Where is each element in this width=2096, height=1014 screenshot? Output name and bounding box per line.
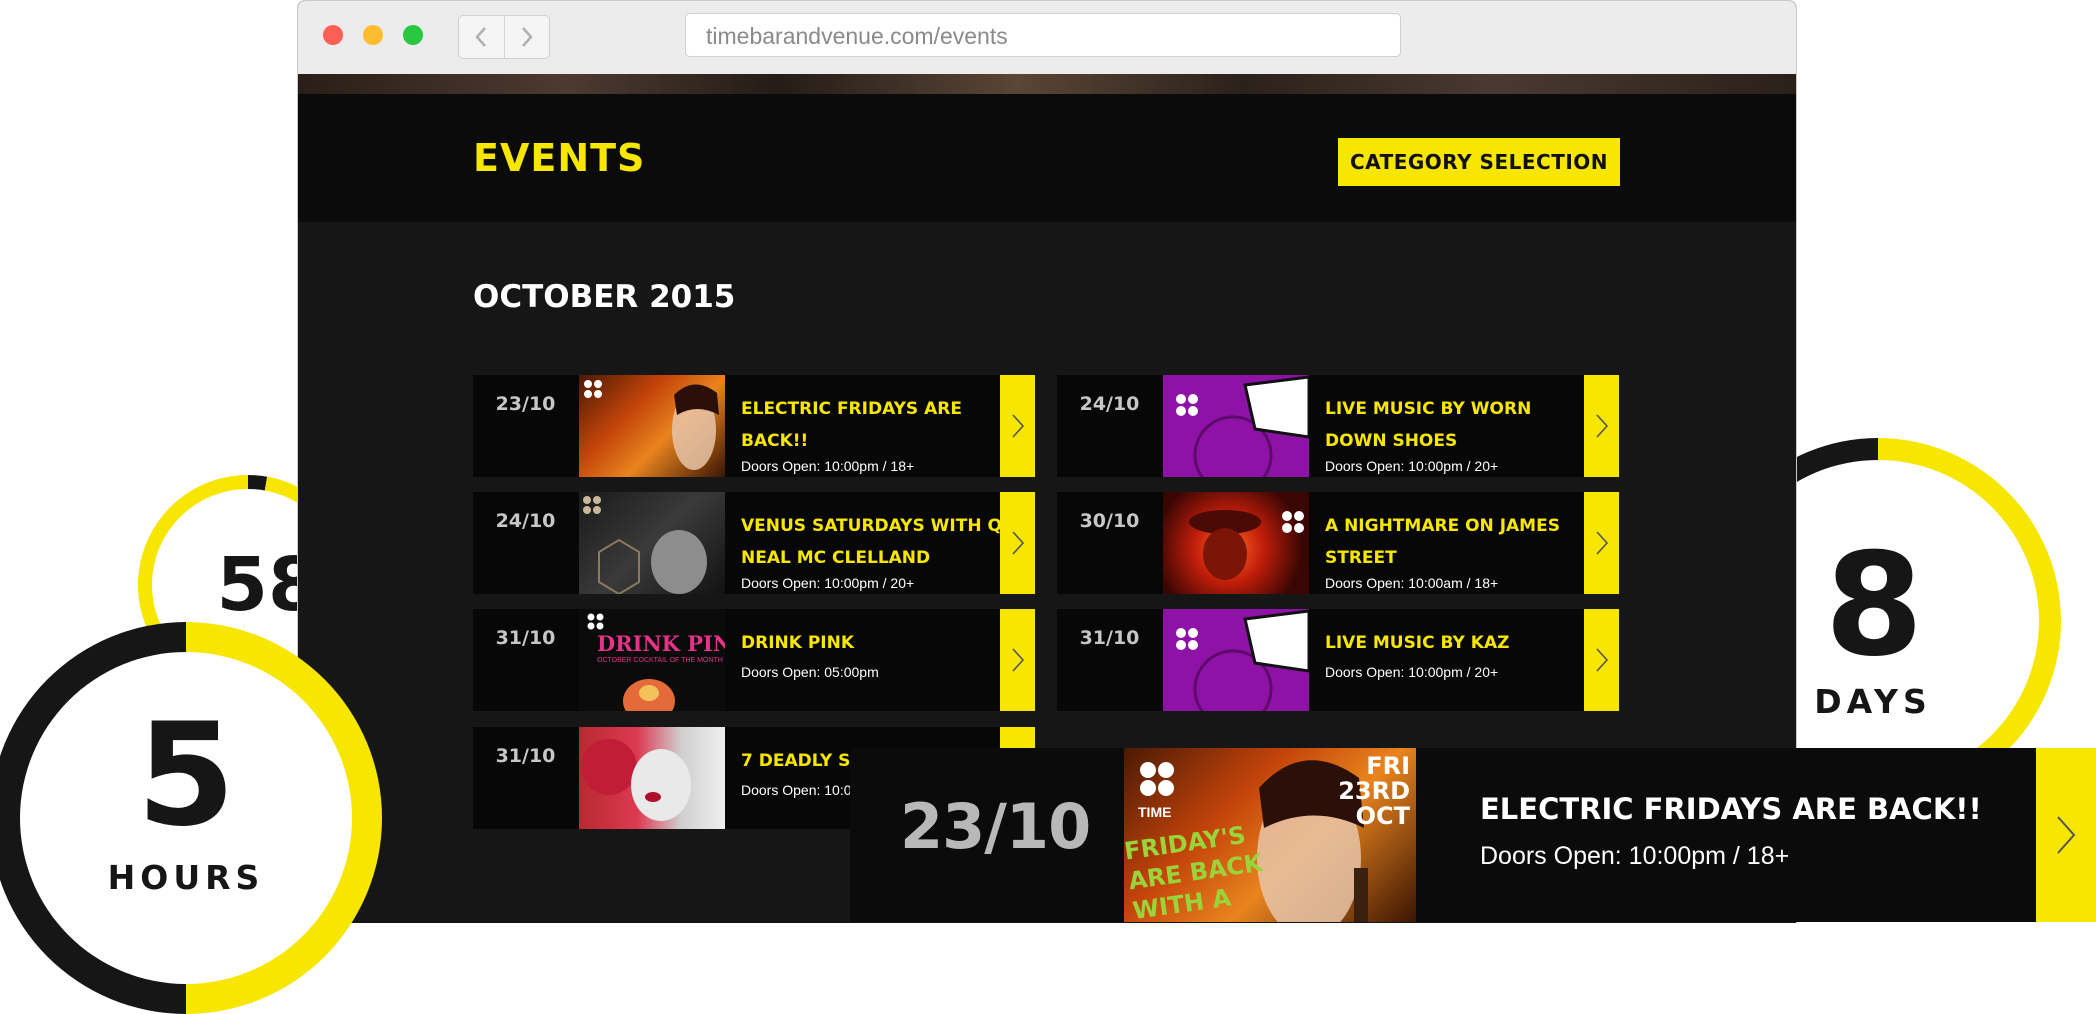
event-date: 24/10 xyxy=(1079,393,1140,415)
chevron-right-icon xyxy=(1011,531,1024,555)
event-row[interactable]: 23/10 ELECTRIC FRIDAYS ARE BACK!! Doors … xyxy=(473,375,1035,477)
event-row[interactable]: 31/10 LIVE MUSIC BY KAZ Doors Open: 10:0… xyxy=(1057,609,1619,711)
event-date: 30/10 xyxy=(1079,510,1140,532)
event-row[interactable]: 24/10 LIVE MUSIC BY WORN DOWN SHOES Door… xyxy=(1057,375,1619,477)
days-value: 8 xyxy=(1824,522,1924,688)
chevron-right-icon xyxy=(1595,648,1608,672)
event-thumbnail xyxy=(579,492,725,594)
live-music-artwork xyxy=(1176,609,1309,711)
event-title-line-1: VENUS SATURDAYS WITH Q'S xyxy=(741,516,1020,536)
event-thumbnail: DRINK PINK OCTOBER COCKTAIL OF THE MONTH xyxy=(579,609,725,711)
featured-event-date: 23/10 xyxy=(900,790,1091,863)
drink-pink-thumb-title: DRINK PINK xyxy=(597,631,725,656)
close-window-button[interactable] xyxy=(323,25,343,45)
featured-thumb-date: FRI 23RD OCT xyxy=(1338,754,1410,829)
nightmare-artwork xyxy=(1189,510,1304,580)
event-open-button[interactable] xyxy=(1000,492,1035,594)
navigation-buttons xyxy=(458,15,550,59)
featured-thumb-date-number: 23RD xyxy=(1338,777,1410,805)
event-title[interactable]: VENUS SATURDAYS WITH Q'S NEAL MC CLELLAN… xyxy=(741,510,1020,574)
event-title[interactable]: LIVE MUSIC BY WORN DOWN SHOES xyxy=(1325,393,1580,457)
event-title-line-1: LIVE MUSIC BY WORN xyxy=(1325,399,1532,419)
featured-event-title[interactable]: ELECTRIC FRIDAYS ARE BACK!! xyxy=(1480,792,1982,826)
event-row[interactable]: 31/10 DRINK PINK OCTOBER COCKTAIL OF THE… xyxy=(473,609,1035,711)
event-open-button[interactable] xyxy=(1584,375,1619,477)
featured-thumb-logo: TIME xyxy=(1138,804,1172,820)
event-doors: Doors Open: 10:00am / 18+ xyxy=(1325,575,1499,591)
event-open-button[interactable] xyxy=(1000,375,1035,477)
event-title-line-1: DRINK PINK xyxy=(741,633,855,653)
chevron-right-icon xyxy=(2057,816,2076,854)
hours-countdown-dial: 5 HOURS xyxy=(0,622,382,1014)
event-title[interactable]: ELECTRIC FRIDAYS ARE BACK!! xyxy=(741,393,996,457)
event-title-line-1: A NIGHTMARE ON JAMES xyxy=(1325,516,1560,536)
event-thumbnail xyxy=(579,727,725,829)
featured-event-open-button[interactable] xyxy=(2036,748,2096,922)
event-title[interactable]: DRINK PINK xyxy=(741,627,996,659)
page-title: EVENTS xyxy=(473,136,646,180)
electric-fridays-artwork xyxy=(584,380,719,470)
event-title-line-2: NEAL MC CLELLAND xyxy=(741,548,931,568)
minimize-window-button[interactable] xyxy=(363,25,383,45)
event-title-line-2: BACK!! xyxy=(741,431,809,451)
event-doors: Doors Open: 10:0 xyxy=(741,782,852,798)
event-doors: Doors Open: 10:00pm / 20+ xyxy=(741,575,915,591)
event-row[interactable]: 30/10 A NIGHTMARE ON JAMES STREET Doors … xyxy=(1057,492,1619,594)
event-row[interactable]: 24/10 VENUS SATURDAYS WITH Q'S NEAL MC C… xyxy=(473,492,1035,594)
drink-pink-thumb-subtitle: OCTOBER COCKTAIL OF THE MONTH xyxy=(597,657,723,664)
back-button[interactable] xyxy=(459,16,505,58)
event-thumbnail xyxy=(1163,609,1309,711)
event-date: 31/10 xyxy=(1079,627,1140,649)
chevron-left-icon xyxy=(475,27,487,47)
event-thumbnail xyxy=(1163,375,1309,477)
seven-deadly-sins-artwork xyxy=(581,739,691,821)
event-title[interactable]: LIVE MUSIC BY KAZ xyxy=(1325,627,1580,659)
event-date: 31/10 xyxy=(495,745,556,767)
event-open-button[interactable] xyxy=(1584,609,1619,711)
maximize-window-button[interactable] xyxy=(403,25,423,45)
featured-event-card[interactable]: 23/10 TIME FRI 23RD OCT FRIDAY'S ARE BAC… xyxy=(850,748,2096,922)
chevron-right-icon xyxy=(1595,531,1608,555)
venus-saturdays-artwork xyxy=(583,496,707,594)
browser-toolbar: timebarandvenue.com/events xyxy=(298,1,1796,75)
event-date: 23/10 xyxy=(495,393,556,415)
chevron-right-icon xyxy=(1595,414,1608,438)
featured-event-doors: Doors Open: 10:00pm / 18+ xyxy=(1480,842,1790,870)
days-label: DAYS xyxy=(1814,681,1932,721)
chevron-right-icon xyxy=(1011,414,1024,438)
chevron-right-icon xyxy=(1011,648,1024,672)
event-doors: Doors Open: 10:00pm / 20+ xyxy=(1325,664,1499,680)
featured-thumb-date-day: FRI xyxy=(1366,752,1410,780)
event-thumbnail xyxy=(579,375,725,477)
event-thumbnail xyxy=(1163,492,1309,594)
event-title-line-2: DOWN SHOES xyxy=(1325,431,1458,451)
event-doors: Doors Open: 10:00pm / 20+ xyxy=(1325,458,1499,474)
event-title-line-1: ELECTRIC FRIDAYS ARE xyxy=(741,399,962,419)
hours-label: HOURS xyxy=(107,857,265,897)
featured-event-thumbnail: TIME FRI 23RD OCT FRIDAY'S ARE BACK WITH… xyxy=(1124,748,1416,922)
hours-dial-face: 5 HOURS xyxy=(20,652,352,984)
event-doors: Doors Open: 10:00pm / 18+ xyxy=(741,458,915,474)
featured-thumb-date-month: OCT xyxy=(1355,802,1410,830)
live-music-artwork xyxy=(1176,375,1309,477)
event-title-line-1: LIVE MUSIC BY KAZ xyxy=(1325,633,1510,653)
address-bar[interactable]: timebarandvenue.com/events xyxy=(685,13,1401,57)
event-title[interactable]: A NIGHTMARE ON JAMES STREET xyxy=(1325,510,1580,574)
event-open-button[interactable] xyxy=(1000,609,1035,711)
hours-value: 5 xyxy=(136,692,236,858)
month-heading: OCTOBER 2015 xyxy=(473,279,736,315)
events-header: EVENTS CATEGORY SELECTION xyxy=(298,94,1796,222)
hero-photo-strip xyxy=(298,74,1796,94)
event-date: 24/10 xyxy=(495,510,556,532)
event-doors: Doors Open: 05:00pm xyxy=(741,664,879,680)
event-open-button[interactable] xyxy=(1584,492,1619,594)
category-selection-button[interactable]: CATEGORY SELECTION xyxy=(1338,138,1620,186)
chevron-right-icon xyxy=(521,27,533,47)
event-title-line-2: STREET xyxy=(1325,548,1397,568)
forward-button[interactable] xyxy=(505,16,550,58)
event-date: 31/10 xyxy=(495,627,556,649)
